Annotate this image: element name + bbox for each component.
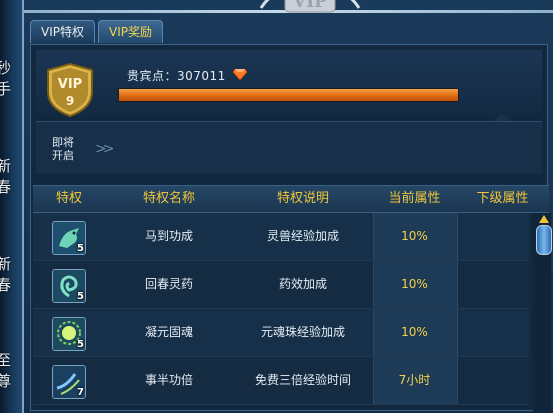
icon-level: 7 (77, 387, 84, 398)
privilege-name: 事半功倍 (144, 373, 193, 387)
table-row: 7 事半功倍 免费三倍经验时间 7小时 (33, 357, 529, 405)
current-value: 10% (401, 277, 428, 291)
next-value (456, 309, 529, 356)
side-text-4: 至尊 (0, 351, 12, 390)
privilege-desc: 灵兽经验加成 (266, 229, 339, 243)
privilege-name: 马到功成 (144, 229, 193, 243)
table-row: 5 马到功成 灵兽经验加成 10% (33, 213, 529, 261)
icon-level: 5 (77, 291, 84, 302)
gem-icon (233, 69, 247, 80)
scrollbar-thumb[interactable] (536, 225, 552, 255)
tab-vip-privilege[interactable]: VIP特权 (30, 20, 95, 43)
privilege-name: 回春灵药 (144, 277, 193, 291)
side-text-2: 新春 (0, 157, 12, 196)
tab-bar: VIP特权 VIP奖励 (30, 20, 163, 44)
soul-orb-icon[interactable]: 5 (52, 317, 86, 351)
panel-notch (494, 113, 510, 121)
horse-icon[interactable]: 5 (52, 221, 86, 255)
current-value: 10% (401, 325, 428, 339)
privilege-desc: 元魂珠经验加成 (260, 325, 345, 339)
header-next: 下级属性 (476, 191, 529, 206)
scroll-up-arrow-icon[interactable] (539, 215, 549, 223)
vip-level-badge-icon: VIP 9 (47, 62, 93, 118)
current-value: 7小时 (398, 373, 431, 387)
crest-text: VIP (292, 0, 327, 12)
vip-status-box (36, 50, 542, 116)
privilege-desc: 免费三倍经验时间 (254, 373, 351, 387)
table-row: 5 回春灵药 药效加成 10% (33, 261, 529, 309)
vip-progress-fill (119, 89, 458, 101)
chevron-right-icon: >> (95, 141, 115, 157)
vip-points-label: 贵宾点：307011 (127, 69, 226, 83)
tab-vip-reward[interactable]: VIP奖励 (98, 20, 163, 43)
privilege-desc: 药效加成 (278, 277, 327, 291)
privilege-list: 5 马到功成 灵兽经验加成 10% 5 回春灵药 药效加成 10% 5 凝元固魂… (33, 213, 529, 413)
current-value: 10% (401, 229, 428, 243)
side-text-3: 新春 (0, 255, 12, 294)
badge-level: 9 (66, 94, 74, 108)
header-privilege: 特权 (55, 191, 82, 206)
icon-level: 5 (77, 243, 84, 254)
unlock-label: 即将开启 (52, 136, 74, 162)
privilege-name: 凝元固魂 (144, 325, 193, 339)
table-header: 特权 特权名称 特权说明 当前属性 下级属性 (33, 185, 549, 213)
vip-crest-icon: VIP (259, 0, 361, 13)
next-value (456, 261, 529, 308)
icon-level: 5 (77, 339, 84, 350)
next-value (456, 213, 529, 260)
header-current: 当前属性 (388, 191, 441, 206)
badge-vip-text: VIP (58, 77, 82, 92)
side-text-1: 秒手 (0, 59, 12, 98)
vip-progress-bar (118, 88, 459, 102)
header-desc: 特权说明 (276, 191, 329, 206)
herb-icon[interactable]: 5 (52, 269, 86, 303)
next-value (456, 357, 529, 404)
wind-icon[interactable]: 7 (52, 365, 86, 399)
unlock-box (36, 121, 542, 174)
table-row: 5 凝元固魂 元魂珠经验加成 10% (33, 309, 529, 357)
side-panel-strip: 秒手 新春 新春 至尊 (0, 0, 23, 413)
header-name: 特权名称 (142, 191, 195, 206)
